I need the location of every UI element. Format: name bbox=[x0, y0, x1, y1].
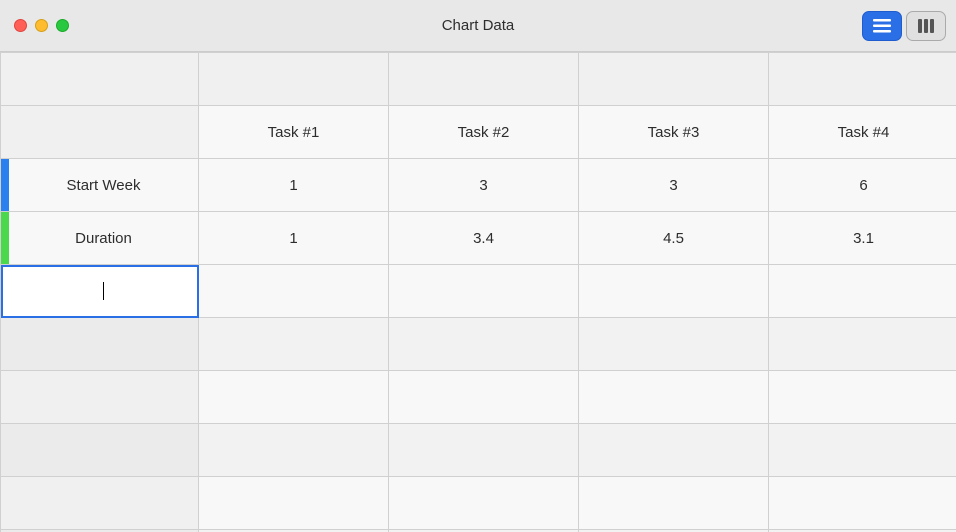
duration-task3[interactable]: 4.5 bbox=[579, 212, 769, 265]
editing-row-task4[interactable] bbox=[769, 265, 956, 318]
empty-label-3[interactable] bbox=[1, 424, 199, 477]
editing-row bbox=[1, 265, 956, 318]
duration-label: Duration bbox=[9, 230, 198, 247]
col-header-task2[interactable]: Task #2 bbox=[389, 106, 579, 159]
start-week-row: Start Week 1 3 3 6 bbox=[1, 159, 956, 212]
window-title: Chart Data bbox=[442, 17, 515, 34]
editing-cell-content bbox=[9, 282, 198, 300]
header-spacer-cell-1 bbox=[199, 53, 389, 106]
duration-task1[interactable]: 1 bbox=[199, 212, 389, 265]
editing-row-task3[interactable] bbox=[579, 265, 769, 318]
empty-row-4 bbox=[1, 477, 956, 530]
duration-color-swatch bbox=[1, 212, 9, 264]
start-week-task3[interactable]: 3 bbox=[579, 159, 769, 212]
col-header-label bbox=[1, 106, 199, 159]
column-view-button[interactable] bbox=[906, 11, 946, 41]
editing-row-task2[interactable] bbox=[389, 265, 579, 318]
close-button[interactable] bbox=[14, 19, 27, 32]
list-view-button[interactable] bbox=[862, 11, 902, 41]
duration-task4[interactable]: 3.1 bbox=[769, 212, 956, 265]
column-header-row: Task #1 Task #2 Task #3 Task #4 bbox=[1, 106, 956, 159]
start-week-label-cell[interactable]: Start Week bbox=[1, 159, 199, 212]
start-week-task4[interactable]: 6 bbox=[769, 159, 956, 212]
start-week-task2[interactable]: 3 bbox=[389, 159, 579, 212]
empty-label-2[interactable] bbox=[1, 371, 199, 424]
start-week-color-swatch bbox=[1, 159, 9, 211]
chart-data-table: Task #1 Task #2 Task #3 Task #4 Start We… bbox=[0, 52, 956, 532]
col-header-task3[interactable]: Task #3 bbox=[579, 106, 769, 159]
maximize-button[interactable] bbox=[56, 19, 69, 32]
duration-task2[interactable]: 3.4 bbox=[389, 212, 579, 265]
empty-label-4[interactable] bbox=[1, 477, 199, 530]
empty-row-3 bbox=[1, 424, 956, 477]
header-spacer-cell-3 bbox=[579, 53, 769, 106]
toolbar-buttons bbox=[862, 11, 946, 41]
header-spacer-cell-0 bbox=[1, 53, 199, 106]
start-week-task1[interactable]: 1 bbox=[199, 159, 389, 212]
header-spacer-row bbox=[1, 53, 956, 106]
empty-row-1 bbox=[1, 318, 956, 371]
minimize-button[interactable] bbox=[35, 19, 48, 32]
editing-row-task1[interactable] bbox=[199, 265, 389, 318]
title-bar: Chart Data bbox=[0, 0, 956, 52]
header-spacer-cell-2 bbox=[389, 53, 579, 106]
duration-label-cell[interactable]: Duration bbox=[1, 212, 199, 265]
editing-cell[interactable] bbox=[1, 265, 199, 318]
header-spacer-cell-4 bbox=[769, 53, 956, 106]
empty-label-1[interactable] bbox=[1, 318, 199, 371]
col-header-task4[interactable]: Task #4 bbox=[769, 106, 956, 159]
editing-swatch bbox=[1, 265, 9, 317]
traffic-lights bbox=[14, 19, 69, 32]
col-header-task1[interactable]: Task #1 bbox=[199, 106, 389, 159]
empty-row-2 bbox=[1, 371, 956, 424]
table-container: Task #1 Task #2 Task #3 Task #4 Start We… bbox=[0, 52, 956, 532]
start-week-label: Start Week bbox=[9, 177, 198, 194]
duration-row: Duration 1 3.4 4.5 3.1 bbox=[1, 212, 956, 265]
